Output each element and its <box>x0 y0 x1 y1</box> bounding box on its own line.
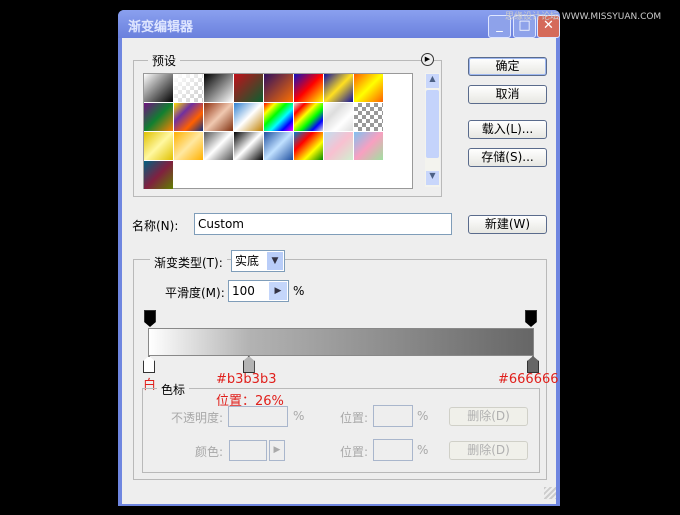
delete-opacity-stop-button[interactable]: 删除(D) <box>449 407 528 426</box>
smoothness-value: 100 <box>232 284 255 298</box>
preset-swatch[interactable] <box>204 132 233 160</box>
color-swatch[interactable] <box>229 440 267 461</box>
opacity-label: 不透明度: <box>171 411 224 425</box>
cancel-button[interactable]: 取消 <box>468 85 547 104</box>
preset-swatch[interactable] <box>234 74 263 102</box>
preset-swatch[interactable] <box>354 74 383 102</box>
gradient-type-label: 渐变类型(T): <box>150 254 227 271</box>
color-label: 颜色: <box>195 445 224 459</box>
smoothness-label: 平滑度(M): <box>165 286 225 300</box>
presets-menu-icon[interactable]: ▶ <box>421 53 434 66</box>
color-location-input[interactable] <box>373 439 413 461</box>
smoothness-input[interactable]: 100 ▶ <box>228 280 289 302</box>
preset-swatch[interactable] <box>204 103 233 131</box>
color-stops-group <box>142 388 540 473</box>
preset-swatch[interactable] <box>264 132 293 160</box>
scroll-thumb[interactable] <box>426 90 439 158</box>
opacity-input[interactable] <box>228 406 288 427</box>
preset-swatch[interactable] <box>144 103 173 131</box>
presets-grid <box>143 73 413 189</box>
preset-swatch[interactable] <box>144 74 173 102</box>
color-menu-icon[interactable]: ▶ <box>269 440 285 461</box>
name-label: 名称(N): <box>132 219 179 233</box>
presets-scrollbar[interactable]: ▲ ▼ <box>425 73 440 187</box>
preset-swatch[interactable] <box>324 132 353 160</box>
preset-swatch[interactable] <box>324 103 353 131</box>
gradient-type-value: 实底 <box>235 254 260 268</box>
smoothness-unit: % <box>293 284 305 298</box>
delete-color-stop-button[interactable]: 删除(D) <box>449 441 528 460</box>
new-button[interactable]: 新建(W) <box>468 215 547 234</box>
preset-swatch[interactable] <box>204 74 233 102</box>
preset-swatch[interactable] <box>294 74 323 102</box>
color-location-unit: % <box>417 443 429 457</box>
save-button[interactable]: 存储(S)... <box>468 148 547 167</box>
resize-grip[interactable] <box>544 487 556 499</box>
watermark: 思缘设计论坛 WWW.MISSYUAN.COM <box>505 12 662 22</box>
ok-button[interactable]: 确定 <box>468 57 547 76</box>
window-title: 渐变编辑器 <box>128 20 194 35</box>
preset-swatch[interactable] <box>324 74 353 102</box>
opacity-location-unit: % <box>417 409 429 423</box>
load-button[interactable]: 载入(L)... <box>468 120 547 139</box>
opacity-location-input[interactable] <box>373 405 413 427</box>
preset-swatch[interactable] <box>294 132 323 160</box>
preset-swatch[interactable] <box>144 161 173 189</box>
preset-swatch[interactable] <box>174 132 203 160</box>
chevron-down-icon[interactable]: ▼ <box>267 252 283 270</box>
opacity-unit: % <box>293 409 305 423</box>
gradient-type-select[interactable]: 实底 ▼ <box>231 250 285 272</box>
scroll-up-icon[interactable]: ▲ <box>426 74 439 88</box>
preset-swatch[interactable] <box>174 74 203 102</box>
scroll-down-icon[interactable]: ▼ <box>426 171 439 185</box>
gradient-bar[interactable] <box>148 328 534 356</box>
annotation-mid-color: #b3b3b3 <box>216 372 277 387</box>
preset-swatch[interactable] <box>354 132 383 160</box>
preset-swatch[interactable] <box>174 103 203 131</box>
annotation-end-color: #666666 <box>498 372 559 387</box>
preset-swatch[interactable] <box>234 132 263 160</box>
slider-arrow-icon[interactable]: ▶ <box>269 282 287 300</box>
preset-swatch[interactable] <box>264 103 293 131</box>
preset-swatch[interactable] <box>354 103 383 131</box>
presets-label: 预设 <box>148 52 181 69</box>
preset-swatch[interactable] <box>264 74 293 102</box>
preset-swatch[interactable] <box>234 103 263 131</box>
color-stops-label: 色标 <box>157 381 190 398</box>
preset-swatch[interactable] <box>144 132 173 160</box>
name-input[interactable] <box>194 213 452 235</box>
color-location-label: 位置: <box>340 445 369 459</box>
preset-swatch[interactable] <box>294 103 323 131</box>
title-bar: 渐变编辑器 _ □ ✕ <box>118 10 560 38</box>
opacity-location-label: 位置: <box>340 411 369 425</box>
